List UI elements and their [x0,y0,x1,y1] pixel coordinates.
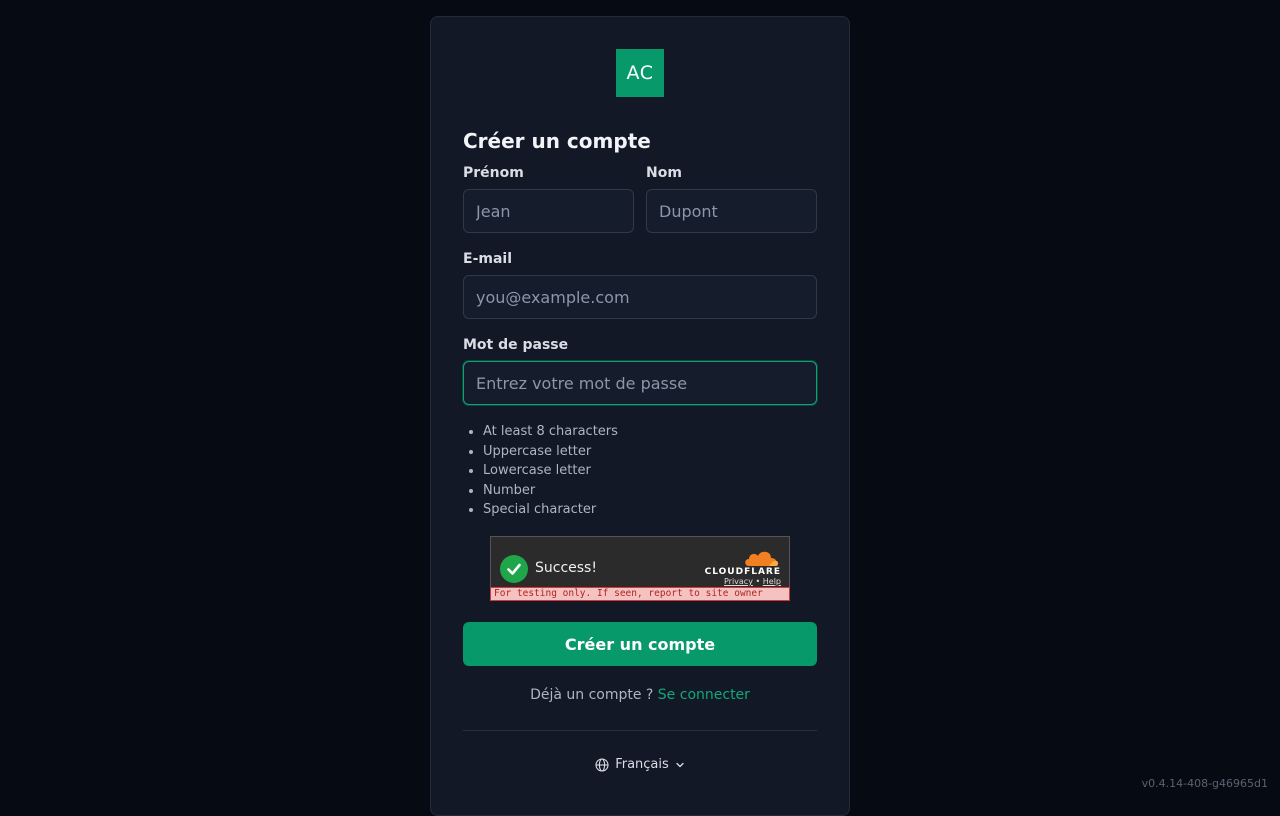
password-rule: Special character [483,500,618,520]
email-label: E-mail [463,251,513,267]
logo-text: AC [626,62,654,84]
captcha-links: Privacy • Help [724,577,781,586]
globe-icon [595,757,609,772]
privacy-link[interactable]: Privacy [724,577,753,586]
password-rule: Uppercase letter [483,442,618,462]
signin-link[interactable]: Se connecter [658,687,750,703]
divider [463,730,817,731]
language-selector[interactable]: Français [431,757,849,772]
cloudflare-logo: CLOUDFLARE [704,567,781,577]
captcha-widget[interactable]: Success! CLOUDFLARE Privacy • Help For t… [490,536,790,601]
link-separator: • [755,577,761,586]
last-name-input[interactable] [646,189,817,233]
email-input[interactable] [463,275,817,319]
signup-card: AC Créer un compte Prénom Nom E-mail Mot… [430,16,850,816]
password-rules-list: At least 8 characters Uppercase letter L… [483,422,618,520]
cloudflare-cloud-icon [745,551,779,566]
chevron-down-icon [676,762,684,767]
language-label: Français [615,757,669,772]
checkmark-icon [500,555,528,583]
password-label: Mot de passe [463,337,569,353]
password-rule: Number [483,481,618,501]
version-label: v0.4.14-408-g46965d1 [1141,777,1268,790]
password-rule: At least 8 characters [483,422,618,442]
help-link[interactable]: Help [763,577,781,586]
captcha-status: Success! [535,560,597,576]
signin-prompt: Déjà un compte ? Se connecter [431,687,849,703]
create-account-button[interactable]: Créer un compte [463,622,817,666]
page-title: Créer un compte [463,129,651,153]
app-logo: AC [616,49,664,97]
signin-prompt-text: Déjà un compte ? [530,687,654,703]
first-name-input[interactable] [463,189,634,233]
last-name-label: Nom [646,165,682,181]
captcha-test-warning: For testing only. If seen, report to sit… [490,587,790,601]
first-name-label: Prénom [463,165,524,181]
password-rule: Lowercase letter [483,461,618,481]
password-input[interactable] [463,361,817,405]
